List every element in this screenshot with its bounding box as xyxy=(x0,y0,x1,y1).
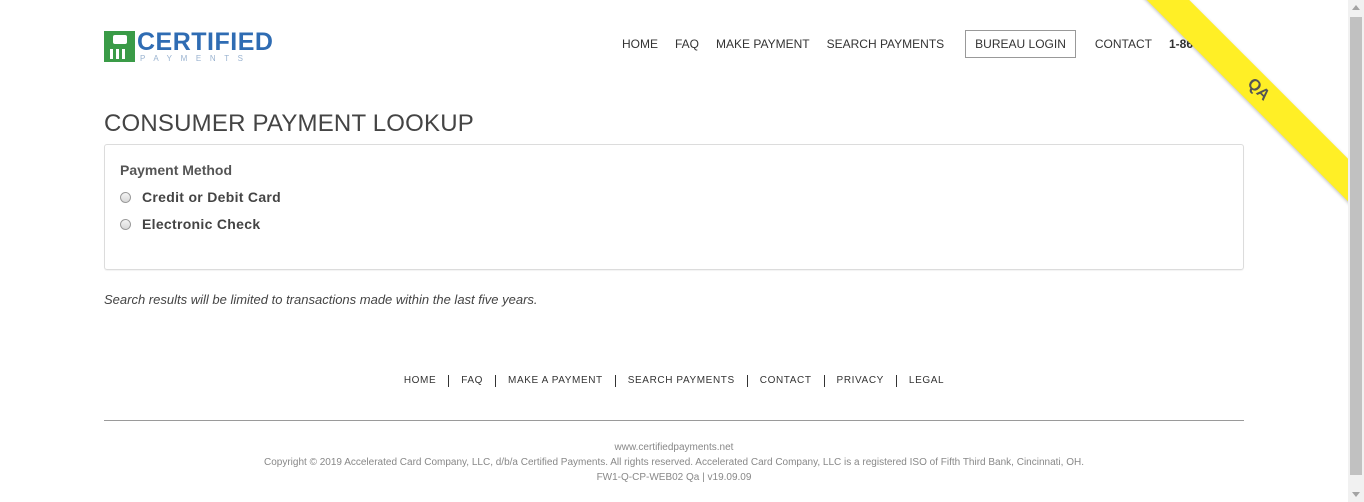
logo-icon xyxy=(104,31,135,62)
credit-debit-radio[interactable] xyxy=(120,191,131,203)
footer-privacy-link[interactable]: PRIVACY xyxy=(823,375,896,387)
bureau-login-button[interactable]: BUREAU LOGIN xyxy=(965,30,1076,58)
electronic-check-label[interactable]: Electronic Check xyxy=(142,216,260,232)
electronic-check-option[interactable]: Electronic Check xyxy=(120,216,260,232)
logo-subtitle: PAYMENTS xyxy=(140,54,252,63)
footer-legal-link[interactable]: LEGAL xyxy=(895,375,956,387)
nav-make-payment-link[interactable]: MAKE PAYMENT xyxy=(716,37,810,51)
footer-home-link[interactable]: HOME xyxy=(392,375,448,387)
nav-home-link[interactable]: HOME xyxy=(622,37,658,51)
nav-search-payments-link[interactable]: SEARCH PAYMENTS xyxy=(827,37,945,51)
electronic-check-radio[interactable] xyxy=(120,218,131,230)
footer-faq-link[interactable]: FAQ xyxy=(448,375,495,387)
scrollbar-thumb[interactable] xyxy=(1350,17,1362,475)
payment-method-panel: Payment Method Credit or Debit Card Elec… xyxy=(104,144,1244,270)
credit-debit-label[interactable]: Credit or Debit Card xyxy=(142,189,281,205)
scroll-up-arrow-icon[interactable] xyxy=(1352,5,1360,10)
credit-debit-option[interactable]: Credit or Debit Card xyxy=(120,189,281,205)
footer-make-payment-link[interactable]: MAKE A PAYMENT xyxy=(495,375,615,387)
footer-build-info: FW1-Q-CP-WEB02 Qa | v19.09.09 xyxy=(596,472,752,483)
vertical-scrollbar[interactable] xyxy=(1348,0,1364,502)
page-title: CONSUMER PAYMENT LOOKUP xyxy=(104,110,474,137)
certified-payments-logo[interactable]: CERTIFIED PAYMENTS xyxy=(104,28,284,68)
footer-nav: HOME FAQ MAKE A PAYMENT SEARCH PAYMENTS … xyxy=(0,375,1348,387)
footer-copyright: Copyright © 2019 Accelerated Card Compan… xyxy=(264,457,1084,468)
logo-wordmark: CERTIFIED xyxy=(137,28,274,56)
footer-site-url: www.certifiedpayments.net xyxy=(614,442,734,453)
nav-faq-link[interactable]: FAQ xyxy=(675,37,699,51)
payment-method-label: Payment Method xyxy=(120,162,233,178)
footer-search-payments-link[interactable]: SEARCH PAYMENTS xyxy=(614,375,747,387)
scroll-down-arrow-icon[interactable] xyxy=(1352,492,1360,497)
qa-ribbon-label: QA xyxy=(1243,75,1273,105)
footer-contact-link[interactable]: CONTACT xyxy=(746,375,824,387)
main-nav: HOME FAQ MAKE PAYMENT SEARCH PAYMENTS BU… xyxy=(622,30,1217,58)
footer-divider xyxy=(104,420,1244,421)
search-limit-note: Search results will be limited to transa… xyxy=(104,292,538,307)
